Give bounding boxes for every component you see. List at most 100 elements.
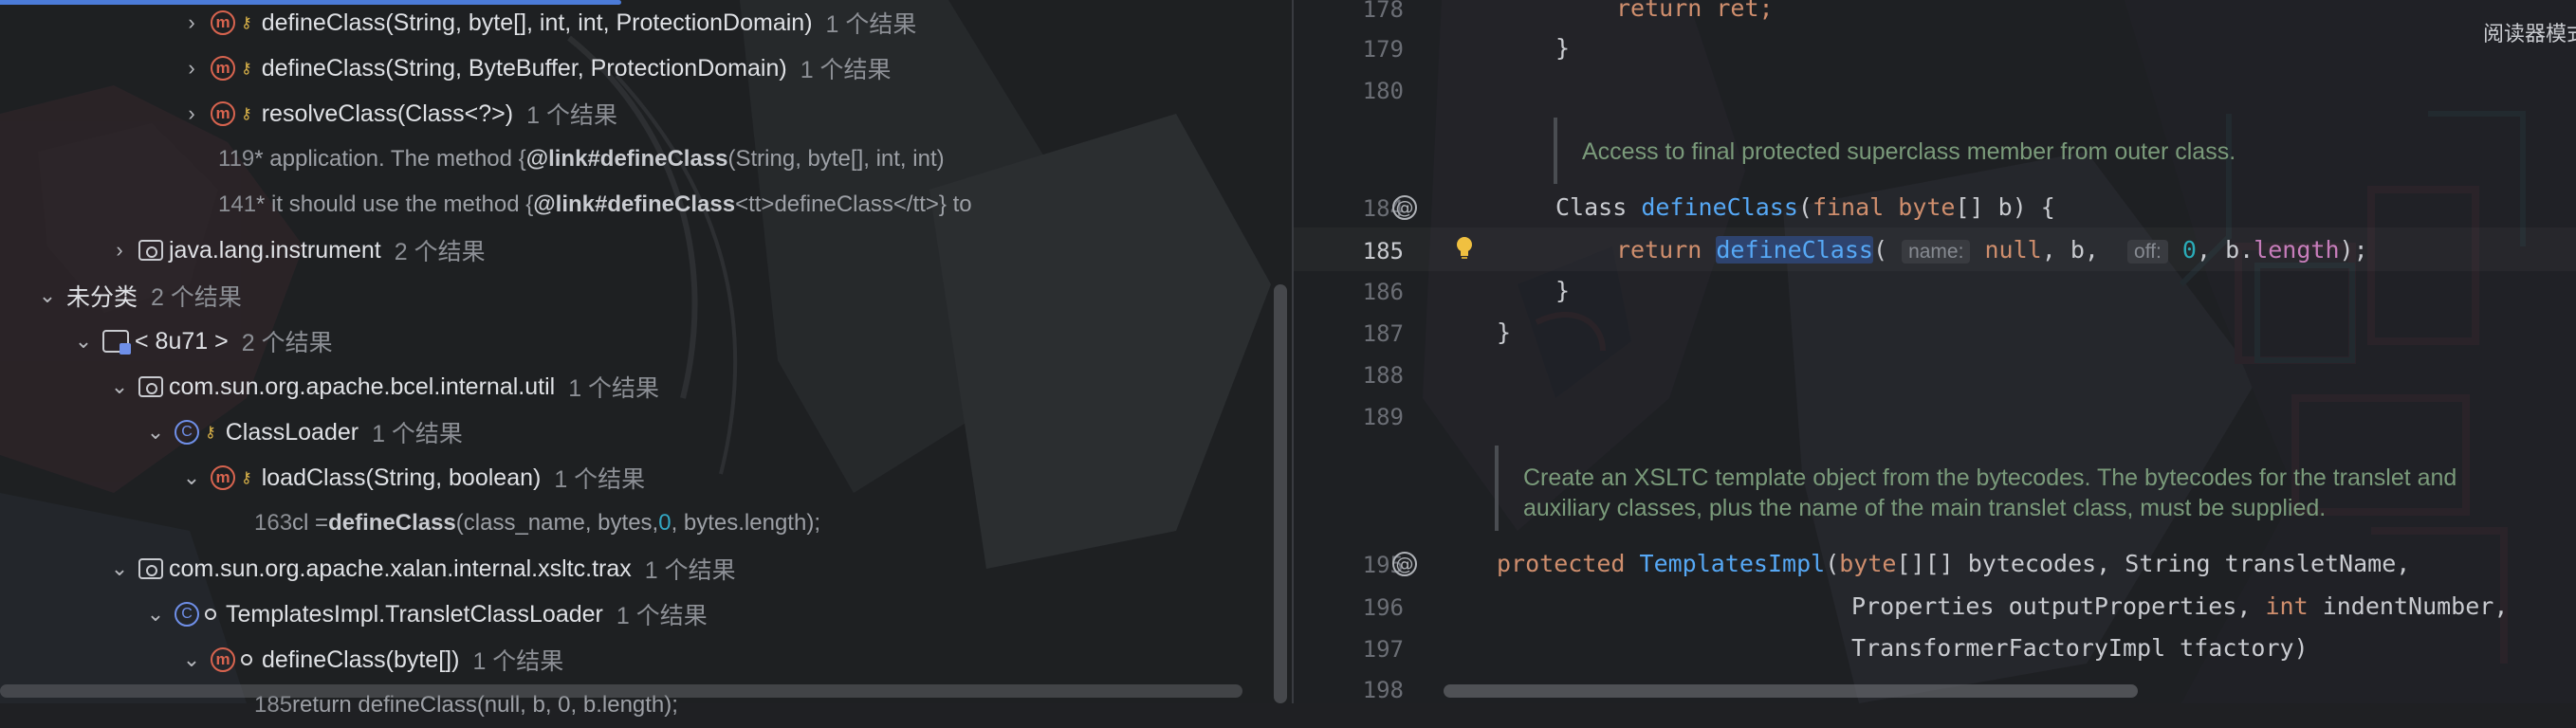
tree-row-method[interactable]: › m ⚷ defineClass(String, ByteBuffer, Pr… — [180, 46, 891, 91]
code-line-196: Properties outputProperties, int indentN… — [1851, 592, 2508, 620]
code-line-184: Class defineClass(final byte[] b) { — [1555, 193, 2055, 221]
usages-panel: › m ⚷ defineClass(String, byte[], int, i… — [0, 0, 1292, 718]
line-number: 188 — [1362, 362, 1404, 389]
override-annotation-icon[interactable]: @ — [1392, 552, 1417, 576]
protected-key-icon: ⚷ — [241, 61, 252, 77]
tree-row-label: defineClass(String, byte[], int, int, Pr… — [261, 9, 813, 36]
reader-mode-button[interactable]: 阅读器模式 — [2483, 17, 2576, 47]
snippet-match: defineClass — [328, 510, 456, 536]
code-text: ); — [2339, 236, 2368, 264]
code-keyword: return — [1616, 236, 1717, 264]
horizontal-scrollbar[interactable] — [0, 684, 1242, 698]
code-line-185: return defineClass( name: null, b, off: … — [1616, 236, 2368, 264]
snippet-text: * it should use the method { — [256, 191, 534, 217]
library-icon — [102, 330, 131, 355]
doc-comment-bar — [1495, 446, 1499, 531]
tree-row-label: resolveClass(Class<?>) — [261, 100, 514, 127]
usage-snippet[interactable]: 119 * application. The method { @link #d… — [218, 136, 945, 182]
result-count: 1 个结果 — [472, 648, 564, 675]
doc-comment: Create an XSLTC template object from the… — [1523, 464, 2457, 491]
line-number: 198 — [1362, 677, 1404, 703]
editor-horizontal-scrollbar[interactable] — [1444, 684, 2138, 698]
tree-row-class[interactable]: ⌄ C TemplatesImpl.TransletClassLoader 1 … — [144, 592, 708, 637]
tree-row-label: loadClass(String, boolean) — [261, 464, 542, 491]
code-paren: ( — [1825, 550, 1840, 577]
chevron-down-icon[interactable]: ⌄ — [144, 420, 167, 444]
param-hint-name: name: — [1902, 240, 1971, 264]
vertical-scrollbar[interactable] — [1274, 284, 1287, 703]
tree-row-method[interactable]: ⌄ m defineClass(byte[]) 1 个结果 — [180, 637, 564, 682]
tree-row-method[interactable]: ⌄ m ⚷ loadClass(String, boolean) 1 个结果 — [180, 455, 645, 500]
code-text: [][] bytecodes, String transletName, — [1896, 550, 2411, 577]
tree-row-label: < 8u71 > — [135, 327, 229, 355]
protected-key-icon: ⚷ — [241, 15, 252, 31]
line-number: 189 — [1362, 404, 1404, 430]
chevron-down-icon[interactable]: ⌄ — [72, 329, 95, 353]
code-line-195: protected TemplatesImpl(byte[][] bytecod… — [1497, 550, 2410, 577]
chevron-down-icon[interactable]: ⌄ — [108, 374, 131, 398]
tree-row-package[interactable]: › java.lang.instrument 2 个结果 — [108, 228, 485, 273]
code-keyword: null — [1984, 236, 2042, 264]
code-text: Properties outputProperties, — [1851, 592, 2266, 620]
chevron-right-icon[interactable]: › — [180, 101, 203, 125]
code-method-name[interactable]: defineClass — [1641, 193, 1798, 221]
code-text: [] b) { — [1955, 193, 2055, 221]
code-constructor-name[interactable]: TemplatesImpl — [1640, 550, 1826, 577]
tree-row-method[interactable]: › m ⚷ defineClass(String, byte[], int, i… — [180, 0, 916, 46]
tree-row-package[interactable]: ⌄ com.sun.org.apache.xalan.internal.xslt… — [108, 546, 736, 592]
chevron-right-icon[interactable]: › — [108, 238, 131, 262]
code-paren: ( — [1872, 236, 1887, 264]
tree-row-label: com.sun.org.apache.xalan.internal.xsltc.… — [169, 555, 632, 582]
result-count: 1 个结果 — [644, 557, 736, 584]
snippet-number: 0 — [658, 510, 672, 536]
code-number: 0 — [2181, 236, 2197, 264]
code-keyword: final — [1812, 193, 1899, 221]
chevron-right-icon[interactable]: › — [180, 10, 203, 34]
code-line-187: } — [1497, 318, 1512, 346]
code-line-179: } — [1555, 34, 1571, 62]
tree-row-package[interactable]: ⌄ com.sun.org.apache.bcel.internal.util … — [108, 364, 659, 410]
tree-row-label: com.sun.org.apache.bcel.internal.util — [169, 373, 556, 400]
line-number: 178 — [1362, 0, 1404, 23]
line-number: 179 — [1362, 36, 1404, 63]
code-type: Class — [1555, 193, 1642, 221]
usage-snippet[interactable]: 163 cl = defineClass (class_name, bytes,… — [254, 500, 820, 546]
public-key-icon: ⚷ — [205, 425, 216, 441]
inner-class-icon: C — [175, 602, 199, 627]
chevron-down-icon[interactable]: ⌄ — [108, 556, 131, 580]
tree-row-label: TemplatesImpl.TransletClassLoader — [226, 600, 603, 628]
tree-row-class[interactable]: ⌄ C ⚷ ClassLoader 1 个结果 — [144, 410, 463, 455]
usage-snippet[interactable]: 141 * it should use the method { @link #… — [218, 182, 972, 228]
chevron-right-icon[interactable]: › — [180, 56, 203, 80]
snippet-tail: <tt>defineClass</tt>} to — [735, 191, 972, 217]
package-icon — [138, 376, 163, 397]
snippet-tag: @link — [533, 191, 595, 217]
chevron-down-icon[interactable]: ⌄ — [144, 602, 167, 626]
snippet-line-number: 141 — [218, 191, 257, 217]
package-private-icon — [241, 654, 252, 665]
line-number: 197 — [1362, 636, 1404, 663]
line-number: 186 — [1362, 279, 1404, 305]
tree-row-label: ClassLoader — [225, 418, 359, 446]
chevron-down-icon[interactable]: ⌄ — [180, 647, 203, 671]
method-icon: m — [211, 10, 235, 35]
package-icon — [138, 240, 163, 261]
line-number-current: 185 — [1362, 238, 1404, 264]
code-text: indentNumber, — [2308, 592, 2509, 620]
snippet-line-number: 119 — [218, 146, 255, 172]
code-method-call-highlighted[interactable]: defineClass — [1716, 236, 1873, 264]
result-count: 1 个结果 — [616, 603, 708, 629]
snippet-text: * application. The method { — [254, 146, 526, 172]
code-text: , b, — [2041, 236, 2113, 264]
result-count: 2 个结果 — [151, 284, 242, 311]
code-line-178: return ret; — [1616, 0, 1774, 22]
tree-row-module[interactable]: ⌄ < 8u71 > 2 个结果 — [72, 318, 333, 364]
tree-row-method[interactable]: › m ⚷ resolveClass(Class<?>) 1 个结果 — [180, 91, 617, 136]
line-number: 180 — [1362, 78, 1404, 104]
snippet-text: cl = — [292, 510, 329, 536]
override-annotation-icon[interactable]: @ — [1392, 195, 1417, 220]
chevron-down-icon[interactable]: ⌄ — [36, 283, 59, 307]
tree-row-group[interactable]: ⌄ 未分类 2 个结果 — [36, 273, 242, 318]
chevron-down-icon[interactable]: ⌄ — [180, 465, 203, 489]
lightbulb-icon[interactable] — [1454, 235, 1475, 260]
